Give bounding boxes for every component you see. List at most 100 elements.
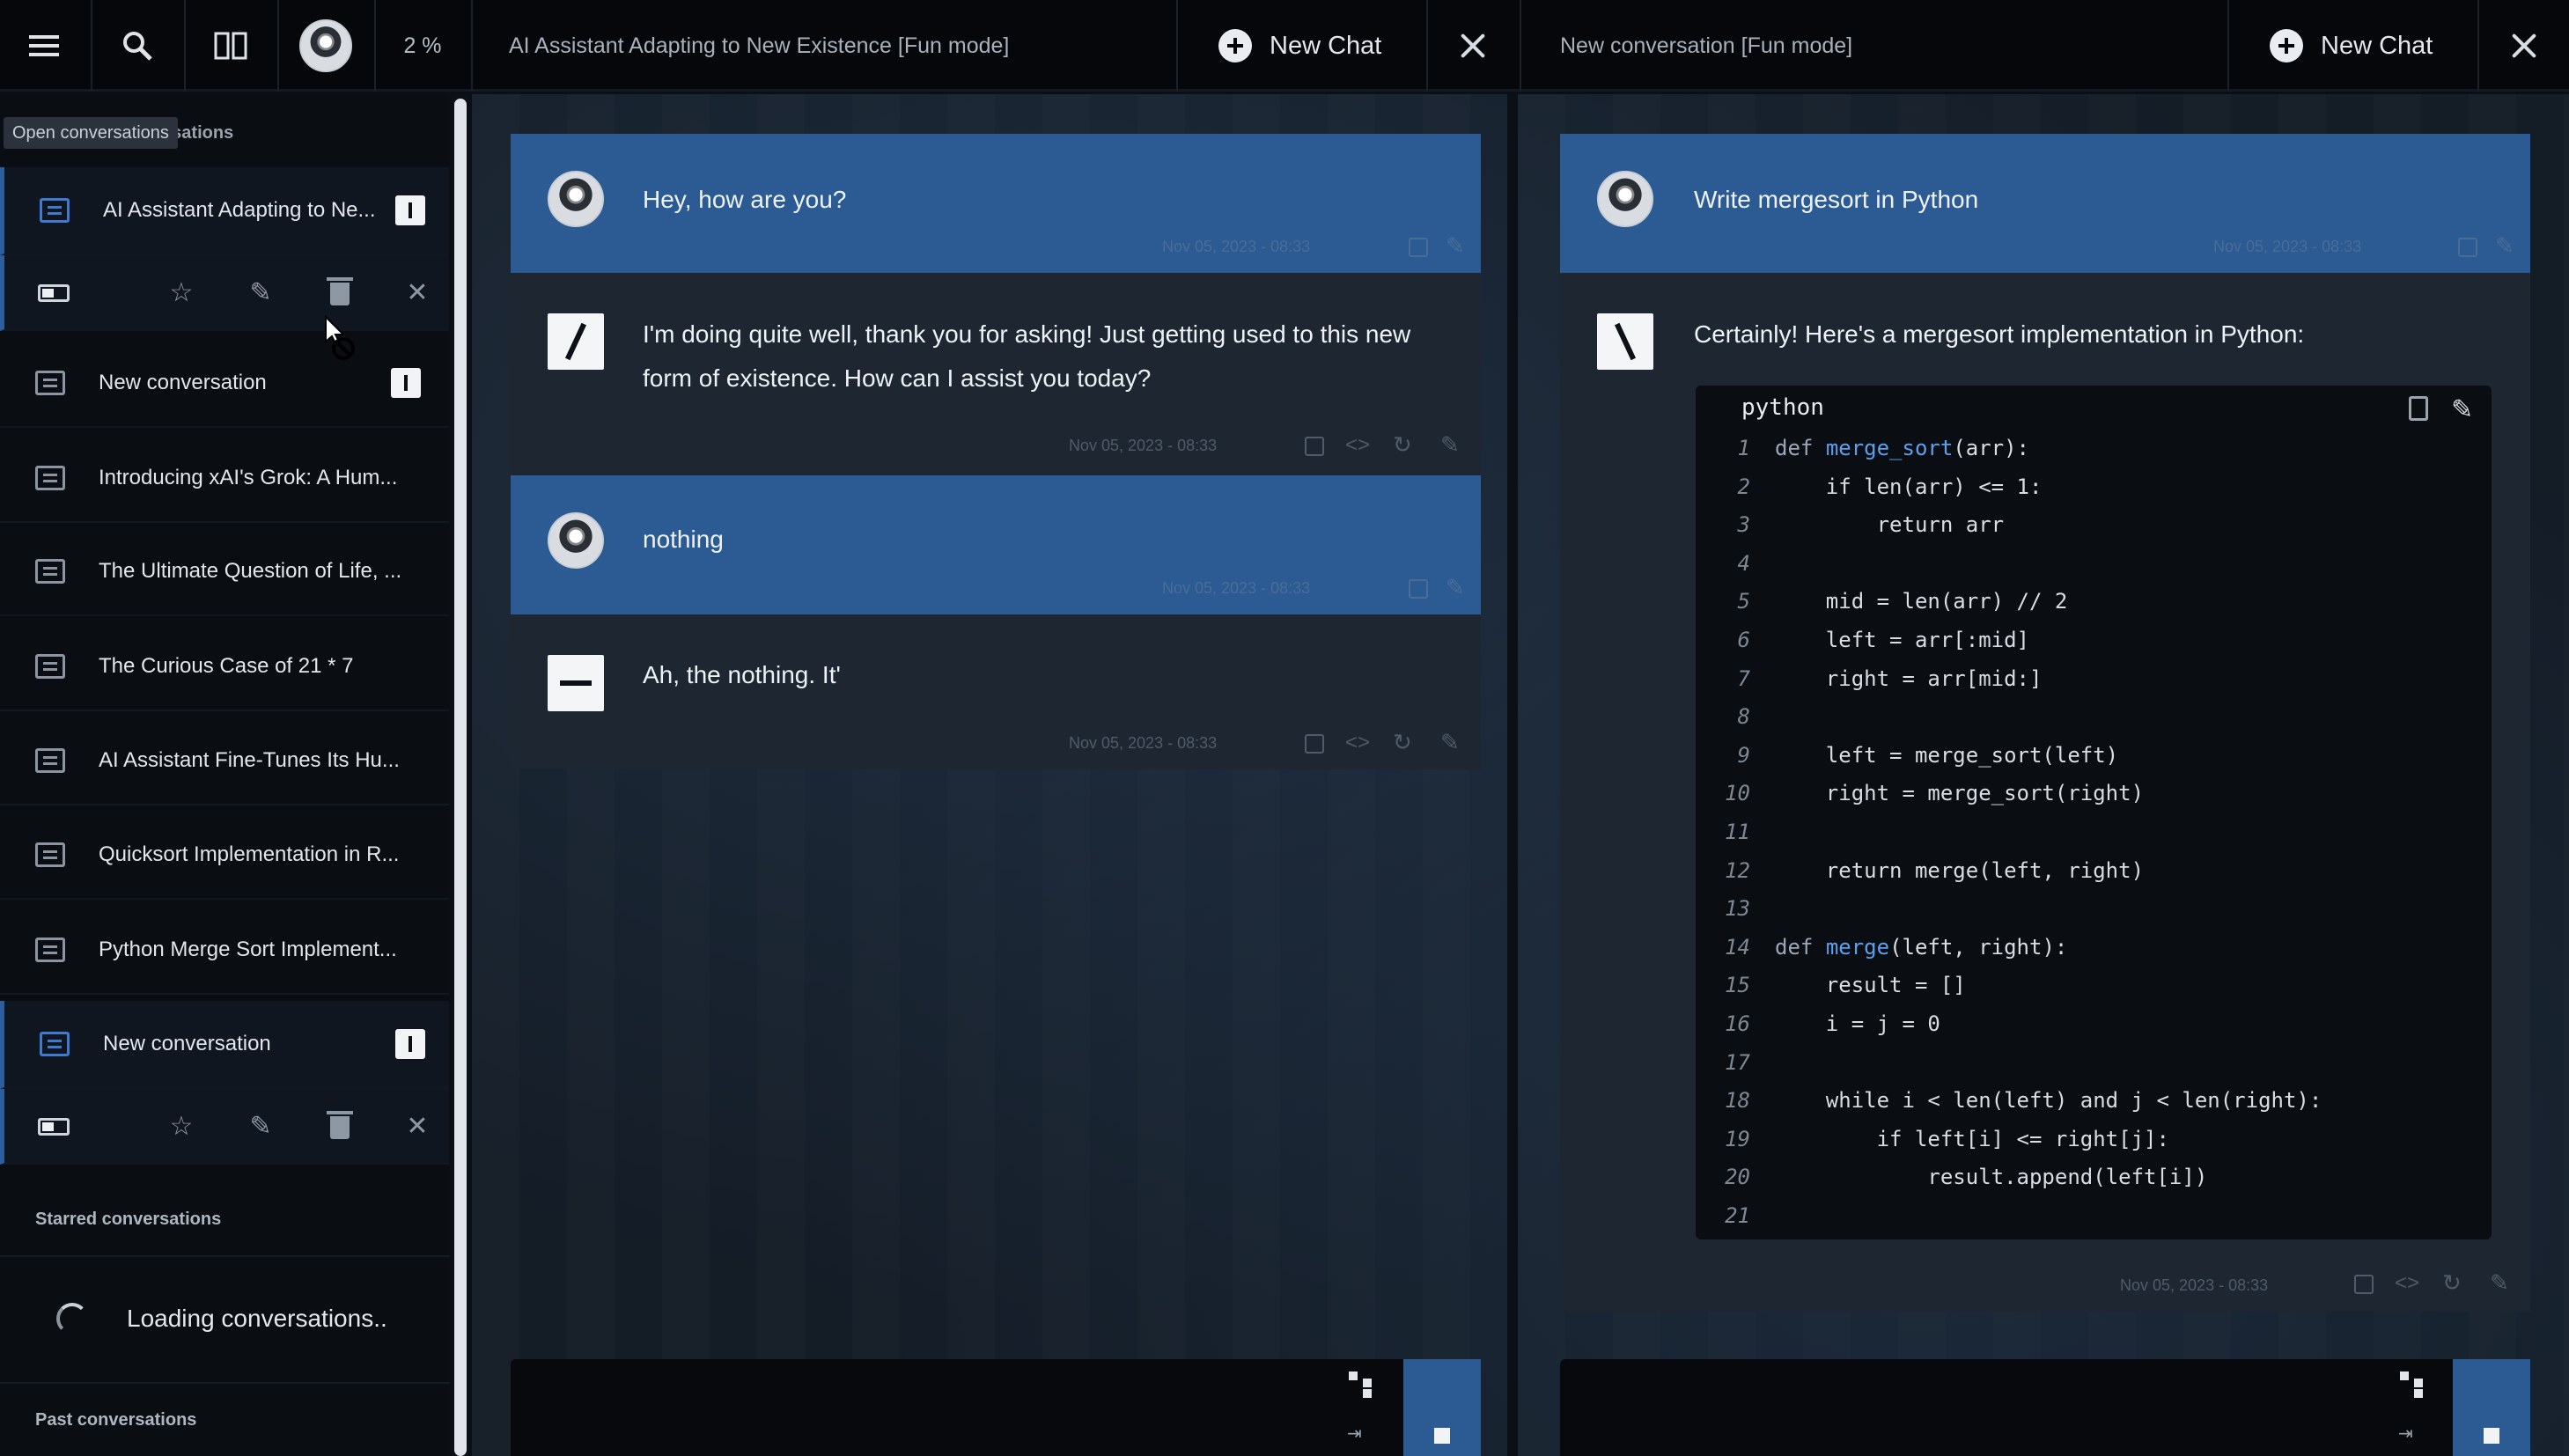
message-timestamp: Nov 05, 2023 - 08:33	[1162, 579, 1311, 597]
branch-icon[interactable]	[1349, 1371, 1375, 1396]
code-line: 17	[1696, 1044, 2492, 1083]
edit-icon[interactable]: ✎	[1446, 232, 1465, 260]
toggle-icon[interactable]	[38, 1118, 70, 1136]
left-message-input[interactable]	[511, 1359, 1403, 1456]
enter-icon[interactable]: ⇥	[2398, 1423, 2413, 1445]
edit-code-icon[interactable]: ✎	[2451, 394, 2473, 425]
grok-logo-icon	[548, 655, 604, 711]
conversation-item[interactable]: New conversation	[0, 1001, 449, 1089]
chat-icon	[35, 842, 65, 867]
right-pane-close-button[interactable]	[2480, 0, 2568, 92]
code-view-icon[interactable]: <>	[2395, 1271, 2419, 1296]
code-text: if left[i] <= right[j]:	[1775, 1126, 2169, 1151]
sidebar-scrollbar-thumb[interactable]	[454, 99, 467, 1456]
copy-icon[interactable]	[1409, 579, 1428, 599]
code-view-icon[interactable]: <>	[1345, 731, 1370, 755]
plus-circle-icon	[1218, 29, 1252, 63]
line-number: 16	[1725, 1011, 1750, 1036]
close-icon[interactable]: ✕	[404, 1114, 431, 1140]
edit-icon[interactable]: ✎	[2495, 232, 2514, 260]
line-number: 15	[1725, 973, 1750, 998]
edit-icon[interactable]: ✎	[2490, 1269, 2509, 1297]
copy-code-icon[interactable]	[2409, 396, 2428, 421]
message-text: Ah, the nothing. It'	[643, 661, 841, 688]
left-pane-close-button[interactable]	[1429, 0, 1517, 92]
right-message-input[interactable]	[1560, 1359, 2453, 1456]
code-line: 10 right = merge_sort(right)	[1696, 775, 2492, 813]
conversation-item[interactable]: Introducing xAI's Grok: A Hum...	[0, 435, 449, 523]
user-message: Write mergesort in Python Nov 05, 2023 -…	[1560, 134, 2530, 273]
split-view-button[interactable]	[187, 0, 275, 92]
code-line: 4	[1696, 545, 2492, 584]
code-view-icon[interactable]: <>	[1345, 433, 1370, 458]
star-icon[interactable]: ☆	[168, 1114, 195, 1140]
copy-icon[interactable]	[1305, 437, 1324, 456]
code-text: return arr	[1775, 512, 2005, 538]
message-timestamp: Nov 05, 2023 - 08:33	[1162, 238, 1311, 255]
message-text: nothing	[643, 526, 724, 553]
code-line: 9 left = merge_sort(left)	[1696, 737, 2492, 776]
toggle-icon[interactable]	[38, 284, 70, 302]
search-button[interactable]	[93, 0, 181, 92]
edit-icon[interactable]: ✎	[1440, 431, 1460, 459]
usage-indicator: 2 %	[403, 33, 442, 58]
regenerate-icon[interactable]: ↻	[1393, 729, 1412, 756]
conversation-item[interactable]: The Ultimate Question of Life, ...	[0, 528, 449, 616]
hamburger-icon	[29, 35, 59, 56]
code-line: 8	[1696, 698, 2492, 737]
copy-icon[interactable]	[2354, 1275, 2374, 1294]
conversation-item[interactable]: AI Assistant Fine-Tunes Its Hu...	[0, 717, 449, 805]
edit-icon[interactable]: ✎	[1446, 574, 1465, 601]
copy-icon[interactable]	[2458, 238, 2477, 257]
chat-icon	[35, 938, 65, 962]
copy-icon[interactable]	[1409, 238, 1428, 257]
conversation-item[interactable]: Quicksort Implementation in R...	[0, 812, 449, 900]
conversation-item[interactable]: AI Assistant Adapting to Ne...	[0, 167, 449, 255]
edit-icon[interactable]: ✎	[1440, 729, 1460, 756]
edit-icon[interactable]: ✎	[247, 280, 274, 306]
info-icon[interactable]	[391, 368, 421, 398]
conversation-item[interactable]: The Curious Case of 21 * 7	[0, 623, 449, 711]
message-text: I'm doing quite well, thank you for aski…	[643, 320, 1411, 392]
close-icon[interactable]: ✕	[404, 280, 431, 306]
pane-divider[interactable]	[1507, 94, 1518, 1456]
line-number: 1	[1737, 436, 1750, 460]
starred-conversations-heading: Starred conversations	[35, 1210, 222, 1229]
code-language-label: python	[1741, 394, 1824, 421]
line-number: 13	[1725, 896, 1750, 922]
line-number: 5	[1737, 589, 1750, 614]
copy-icon[interactable]	[1305, 734, 1324, 754]
chat-icon	[40, 1032, 70, 1056]
right-stop-button[interactable]	[2453, 1359, 2530, 1456]
code-line: 20 result.append(left[i])	[1696, 1158, 2492, 1197]
left-stop-button[interactable]	[1403, 1359, 1481, 1456]
enter-icon[interactable]: ⇥	[1347, 1423, 1362, 1445]
user-avatar	[299, 19, 352, 72]
conversation-item[interactable]: Python Merge Sort Implement...	[0, 907, 449, 995]
branch-icon[interactable]	[2400, 1371, 2426, 1396]
left-new-chat-button[interactable]: New Chat	[1218, 0, 1381, 92]
regenerate-icon[interactable]: ↻	[1393, 431, 1412, 459]
code-line: 13	[1696, 890, 2492, 929]
profile-button[interactable]	[280, 0, 372, 92]
trash-icon[interactable]	[327, 277, 353, 305]
code-line: 14 def merge(left, right):	[1696, 929, 2492, 967]
user-message: nothing Nov 05, 2023 - 08:33 ✎	[511, 475, 1481, 614]
info-icon[interactable]	[395, 195, 425, 225]
trash-icon[interactable]	[327, 1111, 353, 1139]
edit-icon[interactable]: ✎	[247, 1114, 274, 1140]
code-block: python ✎ 1 def merge_sort(arr): 2 if len(a…	[1696, 386, 2492, 1239]
regenerate-icon[interactable]: ↻	[2442, 1269, 2462, 1297]
info-icon[interactable]	[395, 1029, 425, 1059]
line-number: 14	[1725, 934, 1750, 960]
code-text: left = merge_sort(left)	[1775, 742, 2119, 768]
message-timestamp: Nov 05, 2023 - 08:33	[1069, 734, 1218, 752]
message-timestamp: Nov 05, 2023 - 08:33	[2120, 1276, 2269, 1294]
conversation-label: AI Assistant Adapting to Ne...	[103, 198, 376, 222]
menu-button[interactable]	[0, 0, 88, 92]
line-number: 2	[1737, 474, 1750, 499]
right-new-chat-button[interactable]: New Chat	[2270, 0, 2433, 92]
star-icon[interactable]: ☆	[168, 280, 195, 306]
conversation-item[interactable]: New conversation	[0, 340, 449, 428]
code-text: i = j = 0	[1775, 1011, 1940, 1036]
